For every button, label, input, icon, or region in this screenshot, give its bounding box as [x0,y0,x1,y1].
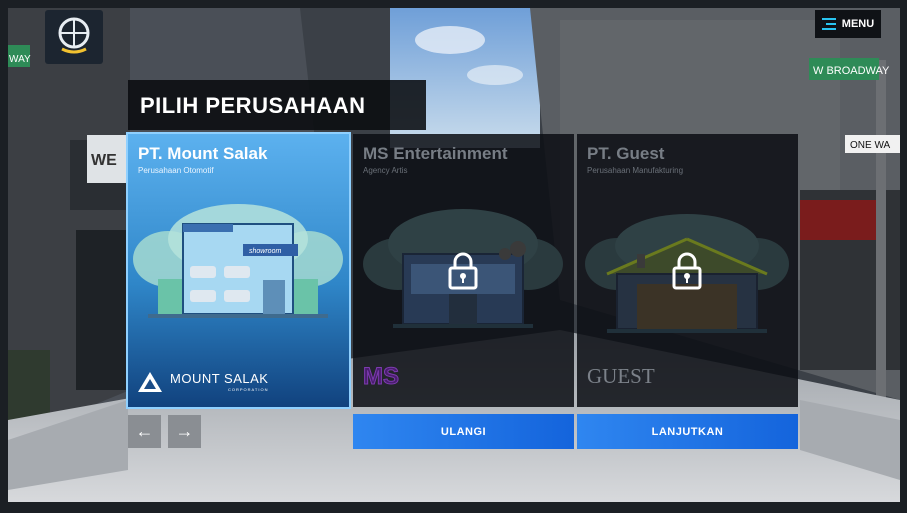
company-name: PT. Guest [587,144,665,163]
arrow-left-icon: ← [135,421,154,441]
showroom-sign: showroom [249,248,281,255]
company-subtitle: Perusahaan Manufakturing [587,166,684,175]
ms-brand-text: MS [363,363,399,388]
app-logo [45,10,103,64]
ms-logo-icon: MS [363,363,400,389]
showroom-illustration: showroom [133,204,343,318]
street-sign-left: WAY [9,54,31,65]
mountain-logo-icon [138,371,162,392]
next-arrow-button[interactable]: → [168,415,201,448]
brand-subname: CORPORATION [227,387,269,392]
menu-button[interactable]: MENU [815,10,881,38]
globe-emblem-icon [58,17,90,54]
company-card-mount-salak[interactable]: PT. Mount Salak Perusahaan Otomotif show… [126,132,351,409]
lock-icon [672,252,702,290]
hamburger-icon [821,18,836,30]
menu-label: MENU [841,18,875,30]
mount-salak-brand: MOUNT SALAK CORPORATION [138,371,268,392]
company-card-ms-entertainment[interactable]: MS Entertainment Agency Artis MS [353,134,574,407]
guest-brand: GUEST [587,364,655,388]
page-title-panel: PILIH PERUSAHAAN [128,80,426,130]
page-title: PILIH PERUSAHAAN [140,93,366,118]
company-subtitle: Perusahaan Otomotif [138,166,214,175]
reset-button[interactable]: ULANGI [353,414,574,449]
continue-label: LANJUTKAN [651,425,724,438]
lock-icon [448,252,478,290]
company-subtitle: Agency Artis [363,166,408,175]
company-card-pt-guest[interactable]: PT. Guest Perusahaan Manufakturing GUEST [577,134,798,407]
prev-arrow-button[interactable]: ← [128,415,161,448]
arrow-right-icon: → [175,421,194,441]
one-way-sign: ONE WA [850,140,891,151]
reset-label: ULANGI [440,425,487,438]
brand-name: MOUNT SALAK [170,371,269,386]
game-screen: WE WAY W BROADWAY ONE WA MENU PILIH PERU… [0,0,907,513]
continue-button[interactable]: LANJUTKAN [577,414,798,449]
shop-sign-letters: WE [91,152,117,169]
street-sign-right: W BROADWAY [813,65,890,77]
company-name: PT. Mount Salak [138,144,268,163]
company-name: MS Entertainment [363,144,508,163]
